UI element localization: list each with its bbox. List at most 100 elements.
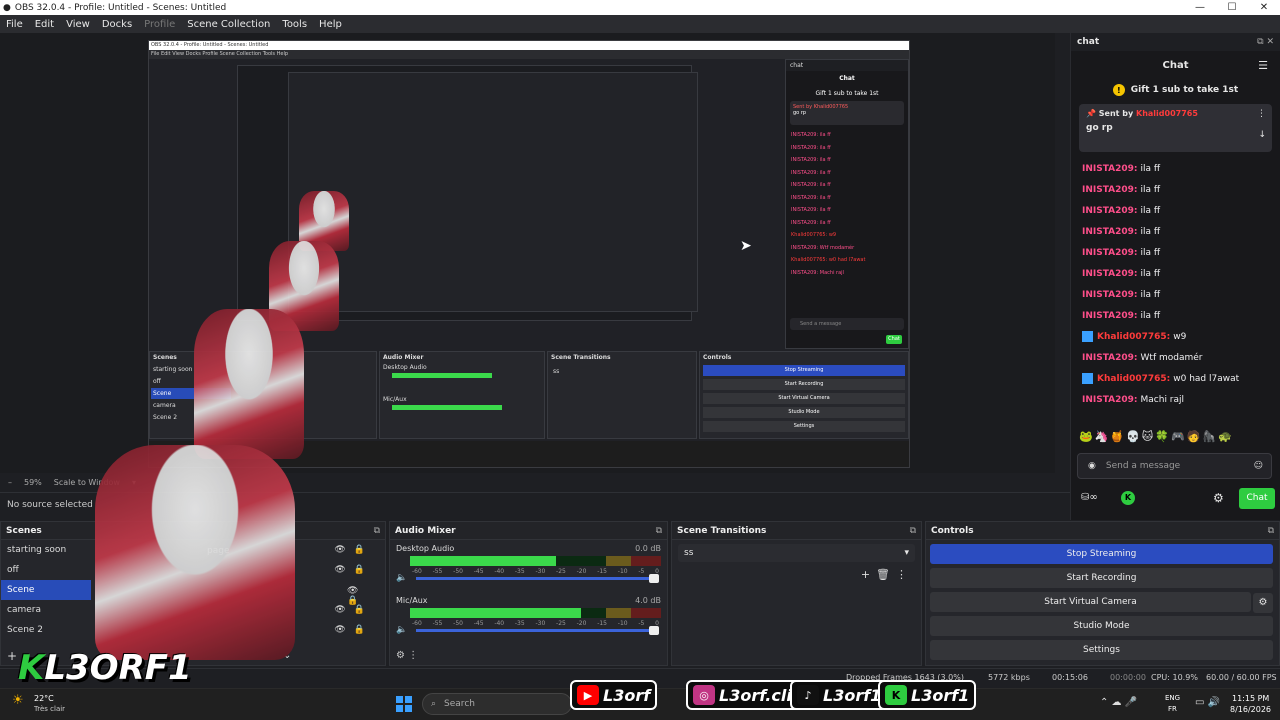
source-status: No source selected [7,499,93,510]
windows-start-icon[interactable] [396,696,412,712]
chat-username[interactable]: Khalid007765: [1097,374,1170,384]
menu-edit[interactable]: Edit [29,19,60,30]
virtual-camera-gear-icon[interactable]: ⚙ [1253,593,1273,613]
meter-tick: -20 [576,620,587,627]
meter-tick: -10 [617,568,628,575]
chat-username[interactable]: INISTA209: [1082,269,1138,279]
menu-tools[interactable]: Tools [276,19,313,30]
emoji-icon[interactable]: ☺ [1254,461,1263,471]
undock-icon[interactable]: ⧉ [374,526,380,536]
chat-send-button[interactable]: Chat [1239,488,1275,509]
speaker-icon[interactable]: 🔈 [396,573,407,583]
chat-settings-icon[interactable]: ⚙ [1213,491,1224,505]
add-scene-button[interactable]: + [7,649,17,663]
minimize-button[interactable]: — [1184,2,1216,13]
chat-username[interactable]: INISTA209: [1082,248,1138,258]
emote-bar[interactable]: 🐸🦄🍯💀🐱🍀🎮🧑🦍🐢 [1079,430,1234,443]
transition-select[interactable]: ss ▾ [678,544,915,562]
visibility-lock-icons[interactable]: 👁🔒 [347,586,385,606]
volume-slider[interactable] [416,626,659,635]
visibility-lock-icons[interactable]: 👁🔒 [334,565,373,575]
visibility-lock-icons[interactable]: 👁🔒 [334,545,373,555]
nested-menubar: File Edit View Docks Profile Scene Colle… [149,50,909,59]
chat-text: Wtf modamér [1140,352,1203,363]
mouse-cursor-icon: ➤ [740,238,752,254]
transition-actions[interactable]: +🗑⋮ [861,568,913,581]
stop-streaming-button[interactable]: Stop Streaming [930,544,1273,564]
undock-icon[interactable]: ⧉ [1268,526,1274,536]
volume-slider[interactable] [416,574,659,583]
kick-icon[interactable]: K [1121,491,1135,505]
chat-username[interactable]: INISTA209: [1082,395,1138,405]
channel-db: 0.0 dB [635,544,661,553]
dock-window-icons[interactable]: ⧉ ✕ [1257,37,1274,47]
menu-view[interactable]: View [60,19,96,30]
pinned-user[interactable]: Khalid007765 [1136,109,1198,118]
meter-tick: -5 [638,568,645,575]
undock-icon[interactable]: ⧉ [910,526,916,536]
undock-icon[interactable]: ⧉ [656,526,662,536]
chat-title: Chat [1162,59,1189,71]
language-top[interactable]: ENG [1165,694,1180,702]
chat-username[interactable]: INISTA209: [1082,311,1138,321]
chat-username[interactable]: INISTA209: [1082,206,1138,216]
chat-message: INISTA209: ila ff [1071,200,1280,221]
start-recording-button[interactable]: Start Recording [930,568,1273,588]
visibility-lock-icons[interactable]: 👁🔒 [334,625,373,635]
menu-profile[interactable]: Profile [138,19,181,30]
language-bottom[interactable]: FR [1168,705,1177,713]
close-button[interactable]: ✕ [1248,2,1280,13]
zoom-level[interactable]: 59% [24,478,42,487]
scenes-title: Scenes [6,525,42,536]
maximize-button[interactable]: ☐ [1216,2,1248,13]
youtube-icon: ▶ [577,685,599,705]
weather-icon[interactable]: ☀ [12,693,24,708]
zoom-minus[interactable]: – [8,478,12,487]
scene-item-selected[interactable]: Scene [1,580,91,600]
visibility-lock-icons[interactable]: 👁🔒 [334,605,373,615]
meter-tick: -55 [432,620,443,627]
pin-actions-icon[interactable]: ⋮ [1257,109,1266,119]
chat-username[interactable]: INISTA209: [1082,185,1138,195]
mixer-settings-icon[interactable]: ⚙ ⋮ [396,650,418,661]
network-volume-icons[interactable]: ▭ 🔊 [1195,697,1220,708]
chat-text: Machi rajl [1140,394,1185,405]
weather-temp[interactable]: 22°C [34,694,54,703]
clock-time[interactable]: 11:15 PM [1232,694,1269,703]
studio-mode-button[interactable]: Studio Mode [930,616,1273,636]
points-icon[interactable]: ⛁∞ [1081,492,1098,503]
pinned-gift-banner[interactable]: ! Gift 1 sub to take 1st [1071,79,1280,101]
chat-dock: chat ⧉ ✕ Chat ☰ ! Gift 1 sub to take 1st … [1070,33,1280,520]
chat-input[interactable]: ◉ Send a message ☺ [1077,453,1272,479]
menu-help[interactable]: Help [313,19,348,30]
chat-username[interactable]: Khalid007765: [1097,332,1170,342]
chat-message: INISTA209: ila ff [1071,305,1280,326]
taskbar-search[interactable]: ⌕ Search [422,693,572,715]
meter-tick: -25 [556,568,566,575]
meter-tick: -25 [556,620,566,627]
clock-date[interactable]: 8/16/2026 [1230,705,1271,714]
nested-transitions: Scene Transitions ss [547,351,697,439]
chat-username[interactable]: INISTA209: [1082,227,1138,237]
meter-tick: -35 [514,620,525,627]
pinned-text: go rp [1086,123,1113,133]
collapse-arrow-icon[interactable]: ↓ [1258,130,1266,140]
streamer-image [194,309,304,459]
speaker-icon[interactable]: 🔈 [396,625,407,635]
menu-bar: File Edit View Docks Profile Scene Colle… [0,15,1280,33]
pinned-message[interactable]: 📌 Sent by Khalid007765 go rp ⋮ ↓ [1079,104,1272,152]
tray-icons[interactable]: ⌃ ☁ 🎤 [1100,697,1137,708]
brand-logo-large: KL3ORF1 [18,648,192,688]
users-icon[interactable]: ☰ [1258,59,1268,72]
menu-scene-collection[interactable]: Scene Collection [181,19,276,30]
chat-username[interactable]: INISTA209: [1082,164,1138,174]
settings-button[interactable]: Settings [930,640,1273,660]
chat-username[interactable]: INISTA209: [1082,353,1138,363]
menu-docks[interactable]: Docks [96,19,138,30]
menu-file[interactable]: File [0,19,29,30]
start-virtual-camera-button[interactable]: Start Virtual Camera [930,592,1251,612]
weather-desc[interactable]: Très clair [34,705,65,713]
chat-username[interactable]: INISTA209: [1082,290,1138,300]
mixer-title: Audio Mixer [395,525,456,536]
volume-meter [410,556,661,566]
